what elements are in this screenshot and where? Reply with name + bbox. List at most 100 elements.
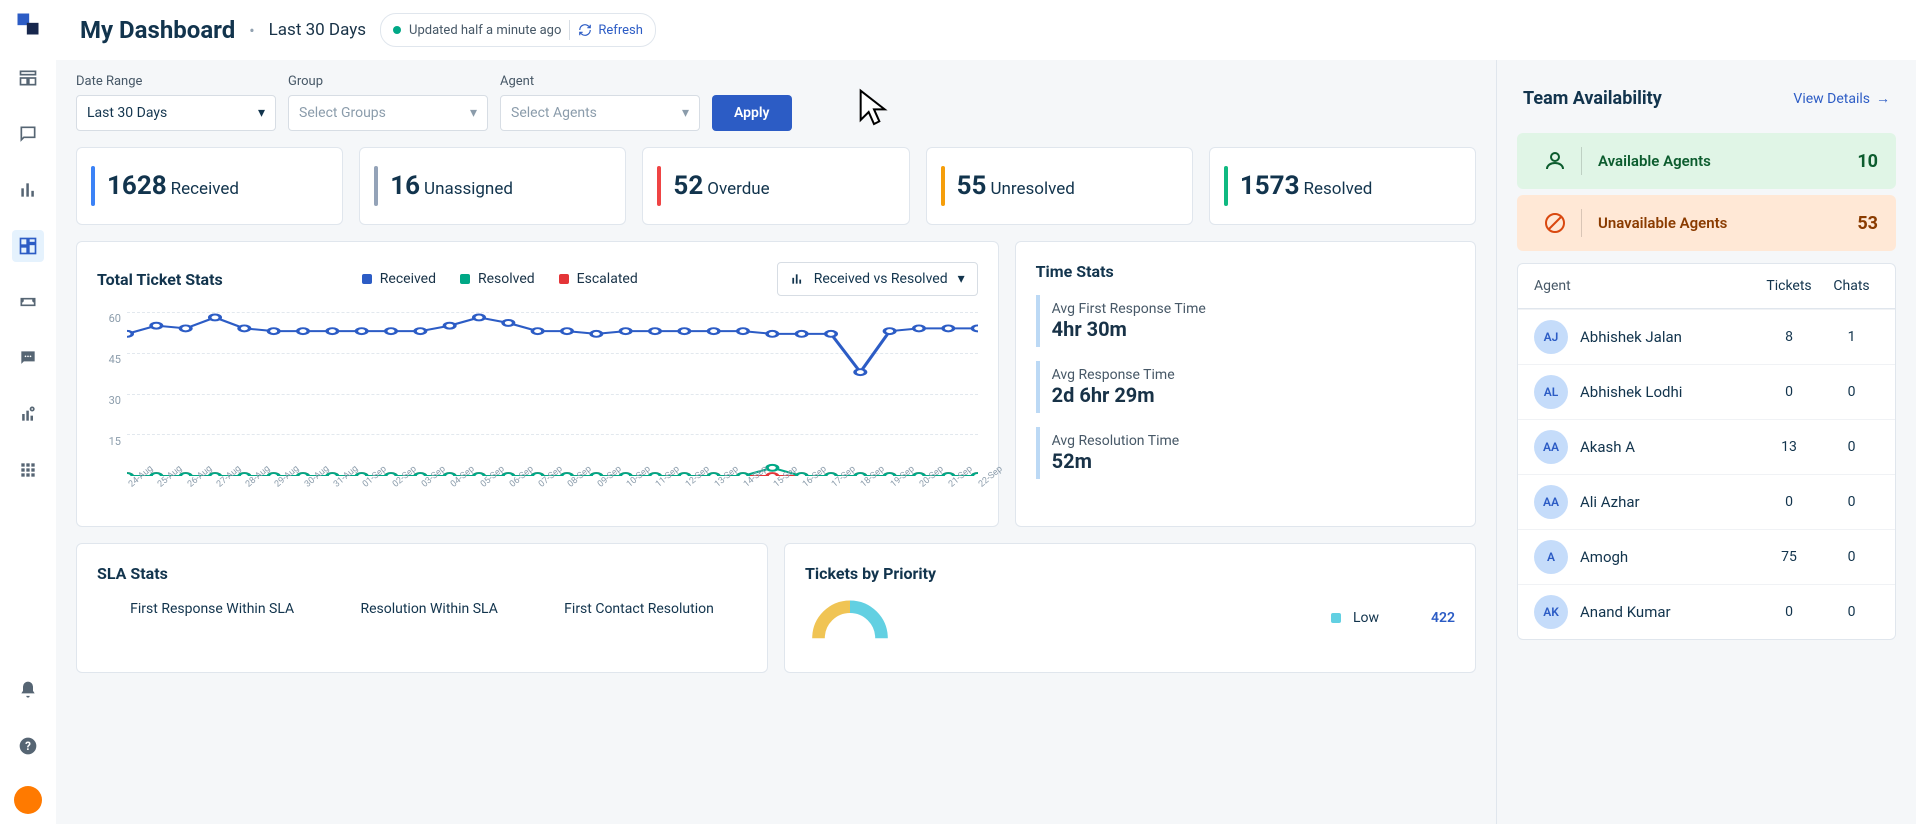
agent-tickets: 0 xyxy=(1754,384,1824,400)
nav-tickets-icon[interactable] xyxy=(12,286,44,318)
chart-svg xyxy=(127,312,978,476)
time-stats-card: Time Stats Avg First Response Time 4hr 3… xyxy=(1015,241,1476,527)
filter-date-label: Date Range xyxy=(76,74,276,89)
divider xyxy=(569,20,570,40)
kpi-value: 1573 xyxy=(1240,171,1300,201)
agent-row[interactable]: AA Akash A 13 0 xyxy=(1518,419,1895,474)
separator-dot: • xyxy=(249,21,254,40)
kpi-unresolved[interactable]: 55Unresolved xyxy=(926,147,1193,225)
sla-col-first-response[interactable]: First Response Within SLA xyxy=(130,601,294,617)
sla-col-first-contact[interactable]: First Contact Resolution xyxy=(564,601,714,617)
kpi-bar xyxy=(374,166,378,206)
time-stat-value: 52m xyxy=(1052,449,1455,473)
nav-dashboard-icon[interactable] xyxy=(12,230,44,262)
kpi-unassigned[interactable]: 16Unassigned xyxy=(359,147,626,225)
agent-name: Ali Azhar xyxy=(1580,493,1640,511)
sla-stats-card: SLA Stats First Response Within SLA Reso… xyxy=(76,543,768,673)
kpi-bar xyxy=(1224,166,1228,206)
time-stat-label: Avg Response Time xyxy=(1052,367,1455,383)
kpi-bar xyxy=(941,166,945,206)
person-icon xyxy=(1535,149,1575,173)
agent-tickets: 0 xyxy=(1754,604,1824,620)
kpi-resolved[interactable]: 1573Resolved xyxy=(1209,147,1476,225)
unavailable-count: 53 xyxy=(1857,213,1878,234)
agent-avatar: AA xyxy=(1534,485,1568,519)
status-text: Updated half a minute ago xyxy=(409,23,561,38)
time-stat-label: Avg First Response Time xyxy=(1052,301,1455,317)
view-details-link[interactable]: View Details → xyxy=(1793,90,1890,107)
nav-notifications-icon[interactable] xyxy=(12,674,44,706)
team-title: Team Availability xyxy=(1523,88,1662,109)
agent-table: Agent Tickets Chats AJAbhishek Jalan 8 1… xyxy=(1517,263,1896,640)
filter-date-value: Last 30 Days xyxy=(87,105,167,121)
agent-row[interactable]: ALAbhishek Lodhi 0 0 xyxy=(1518,364,1895,419)
ticket-stats-card: Total Ticket Stats ReceivedResolvedEscal… xyxy=(76,241,999,527)
kpi-overdue[interactable]: 52Overdue xyxy=(642,147,909,225)
agent-chats: 0 xyxy=(1824,384,1879,400)
agent-row[interactable]: AKAnand Kumar 0 0 xyxy=(1518,584,1895,639)
chevron-down-icon: ▾ xyxy=(470,105,477,121)
kpi-bar xyxy=(657,166,661,206)
agent-chats: 0 xyxy=(1824,494,1879,510)
priority-low-value[interactable]: 422 xyxy=(1431,610,1455,626)
apply-button[interactable]: Apply xyxy=(712,95,792,131)
arrow-right-icon: → xyxy=(1876,90,1890,107)
kpi-value: 52 xyxy=(673,171,703,201)
svg-text:?: ? xyxy=(25,739,31,753)
sla-col-resolution[interactable]: Resolution Within SLA xyxy=(360,601,497,617)
chevron-down-icon: ▾ xyxy=(958,271,965,287)
filter-date-select[interactable]: Last 30 Days ▾ xyxy=(76,95,276,131)
legend-item: Escalated xyxy=(559,271,638,287)
kpi-label: Received xyxy=(171,179,239,199)
filter-group-select[interactable]: Select Groups ▾ xyxy=(288,95,488,131)
chart-plot: 24-Aug25-Aug26-Aug27-Aug28-Aug29-Aug30-A… xyxy=(127,306,978,506)
refresh-label: Refresh xyxy=(598,23,642,38)
priority-donut xyxy=(805,593,895,643)
nav-chat-icon[interactable] xyxy=(12,118,44,150)
agent-tickets: 13 xyxy=(1754,439,1824,455)
kpi-value: 1628 xyxy=(107,171,167,201)
agent-chats: 0 xyxy=(1824,604,1879,620)
kpi-value: 55 xyxy=(957,171,987,201)
priority-low-label: Low xyxy=(1353,610,1379,626)
bar-chart-icon xyxy=(790,272,804,286)
kpi-value: 16 xyxy=(390,171,420,201)
kpi-label: Resolved xyxy=(1303,179,1372,199)
agent-row[interactable]: AJAbhishek Jalan 8 1 xyxy=(1518,309,1895,364)
kpi-received[interactable]: 1628Received xyxy=(76,147,343,225)
nav-reports-icon[interactable] xyxy=(12,174,44,206)
agent-avatar: AA xyxy=(1534,430,1568,464)
nav-messages-icon[interactable] xyxy=(12,342,44,374)
ticket-stats-title: Total Ticket Stats xyxy=(97,270,223,289)
chevron-down-icon: ▾ xyxy=(258,105,265,121)
available-agents-row[interactable]: Available Agents 10 xyxy=(1517,133,1896,189)
refresh-button[interactable]: Refresh xyxy=(578,23,642,38)
agent-avatar: A xyxy=(1534,540,1568,574)
agent-row[interactable]: AAmogh 75 0 xyxy=(1518,529,1895,584)
nav-help-icon[interactable]: ? xyxy=(12,730,44,762)
agent-chats: 0 xyxy=(1824,439,1879,455)
legend-item: Received xyxy=(362,271,436,287)
filter-agent-placeholder: Select Agents xyxy=(511,105,597,121)
filter-agent-select[interactable]: Select Agents ▾ xyxy=(500,95,700,131)
status-indicator-dot xyxy=(393,26,401,34)
kpi-bar xyxy=(91,166,95,206)
nav-tables-icon[interactable] xyxy=(12,62,44,94)
kpi-label: Unresolved xyxy=(990,179,1074,199)
nav-apps-icon[interactable] xyxy=(12,454,44,486)
chart-type-select[interactable]: Received vs Resolved ▾ xyxy=(777,262,978,296)
user-avatar[interactable] xyxy=(14,786,42,814)
time-stats-title: Time Stats xyxy=(1036,262,1455,281)
agent-avatar: AJ xyxy=(1534,320,1568,354)
tickets-header: Tickets xyxy=(1754,278,1824,294)
available-label: Available Agents xyxy=(1598,152,1857,170)
agent-row[interactable]: AAAli Azhar 0 0 xyxy=(1518,474,1895,529)
page-date-range: Last 30 Days xyxy=(269,20,366,40)
agent-avatar: AL xyxy=(1534,375,1568,409)
kpi-label: Overdue xyxy=(707,179,769,199)
nav-analytics-icon[interactable] xyxy=(12,398,44,430)
agent-name: Akash A xyxy=(1580,438,1635,456)
time-stat: Avg First Response Time 4hr 30m xyxy=(1036,295,1455,347)
unavailable-agents-row[interactable]: Unavailable Agents 53 xyxy=(1517,195,1896,251)
priority-card: Tickets by Priority Low 422 xyxy=(784,543,1476,673)
